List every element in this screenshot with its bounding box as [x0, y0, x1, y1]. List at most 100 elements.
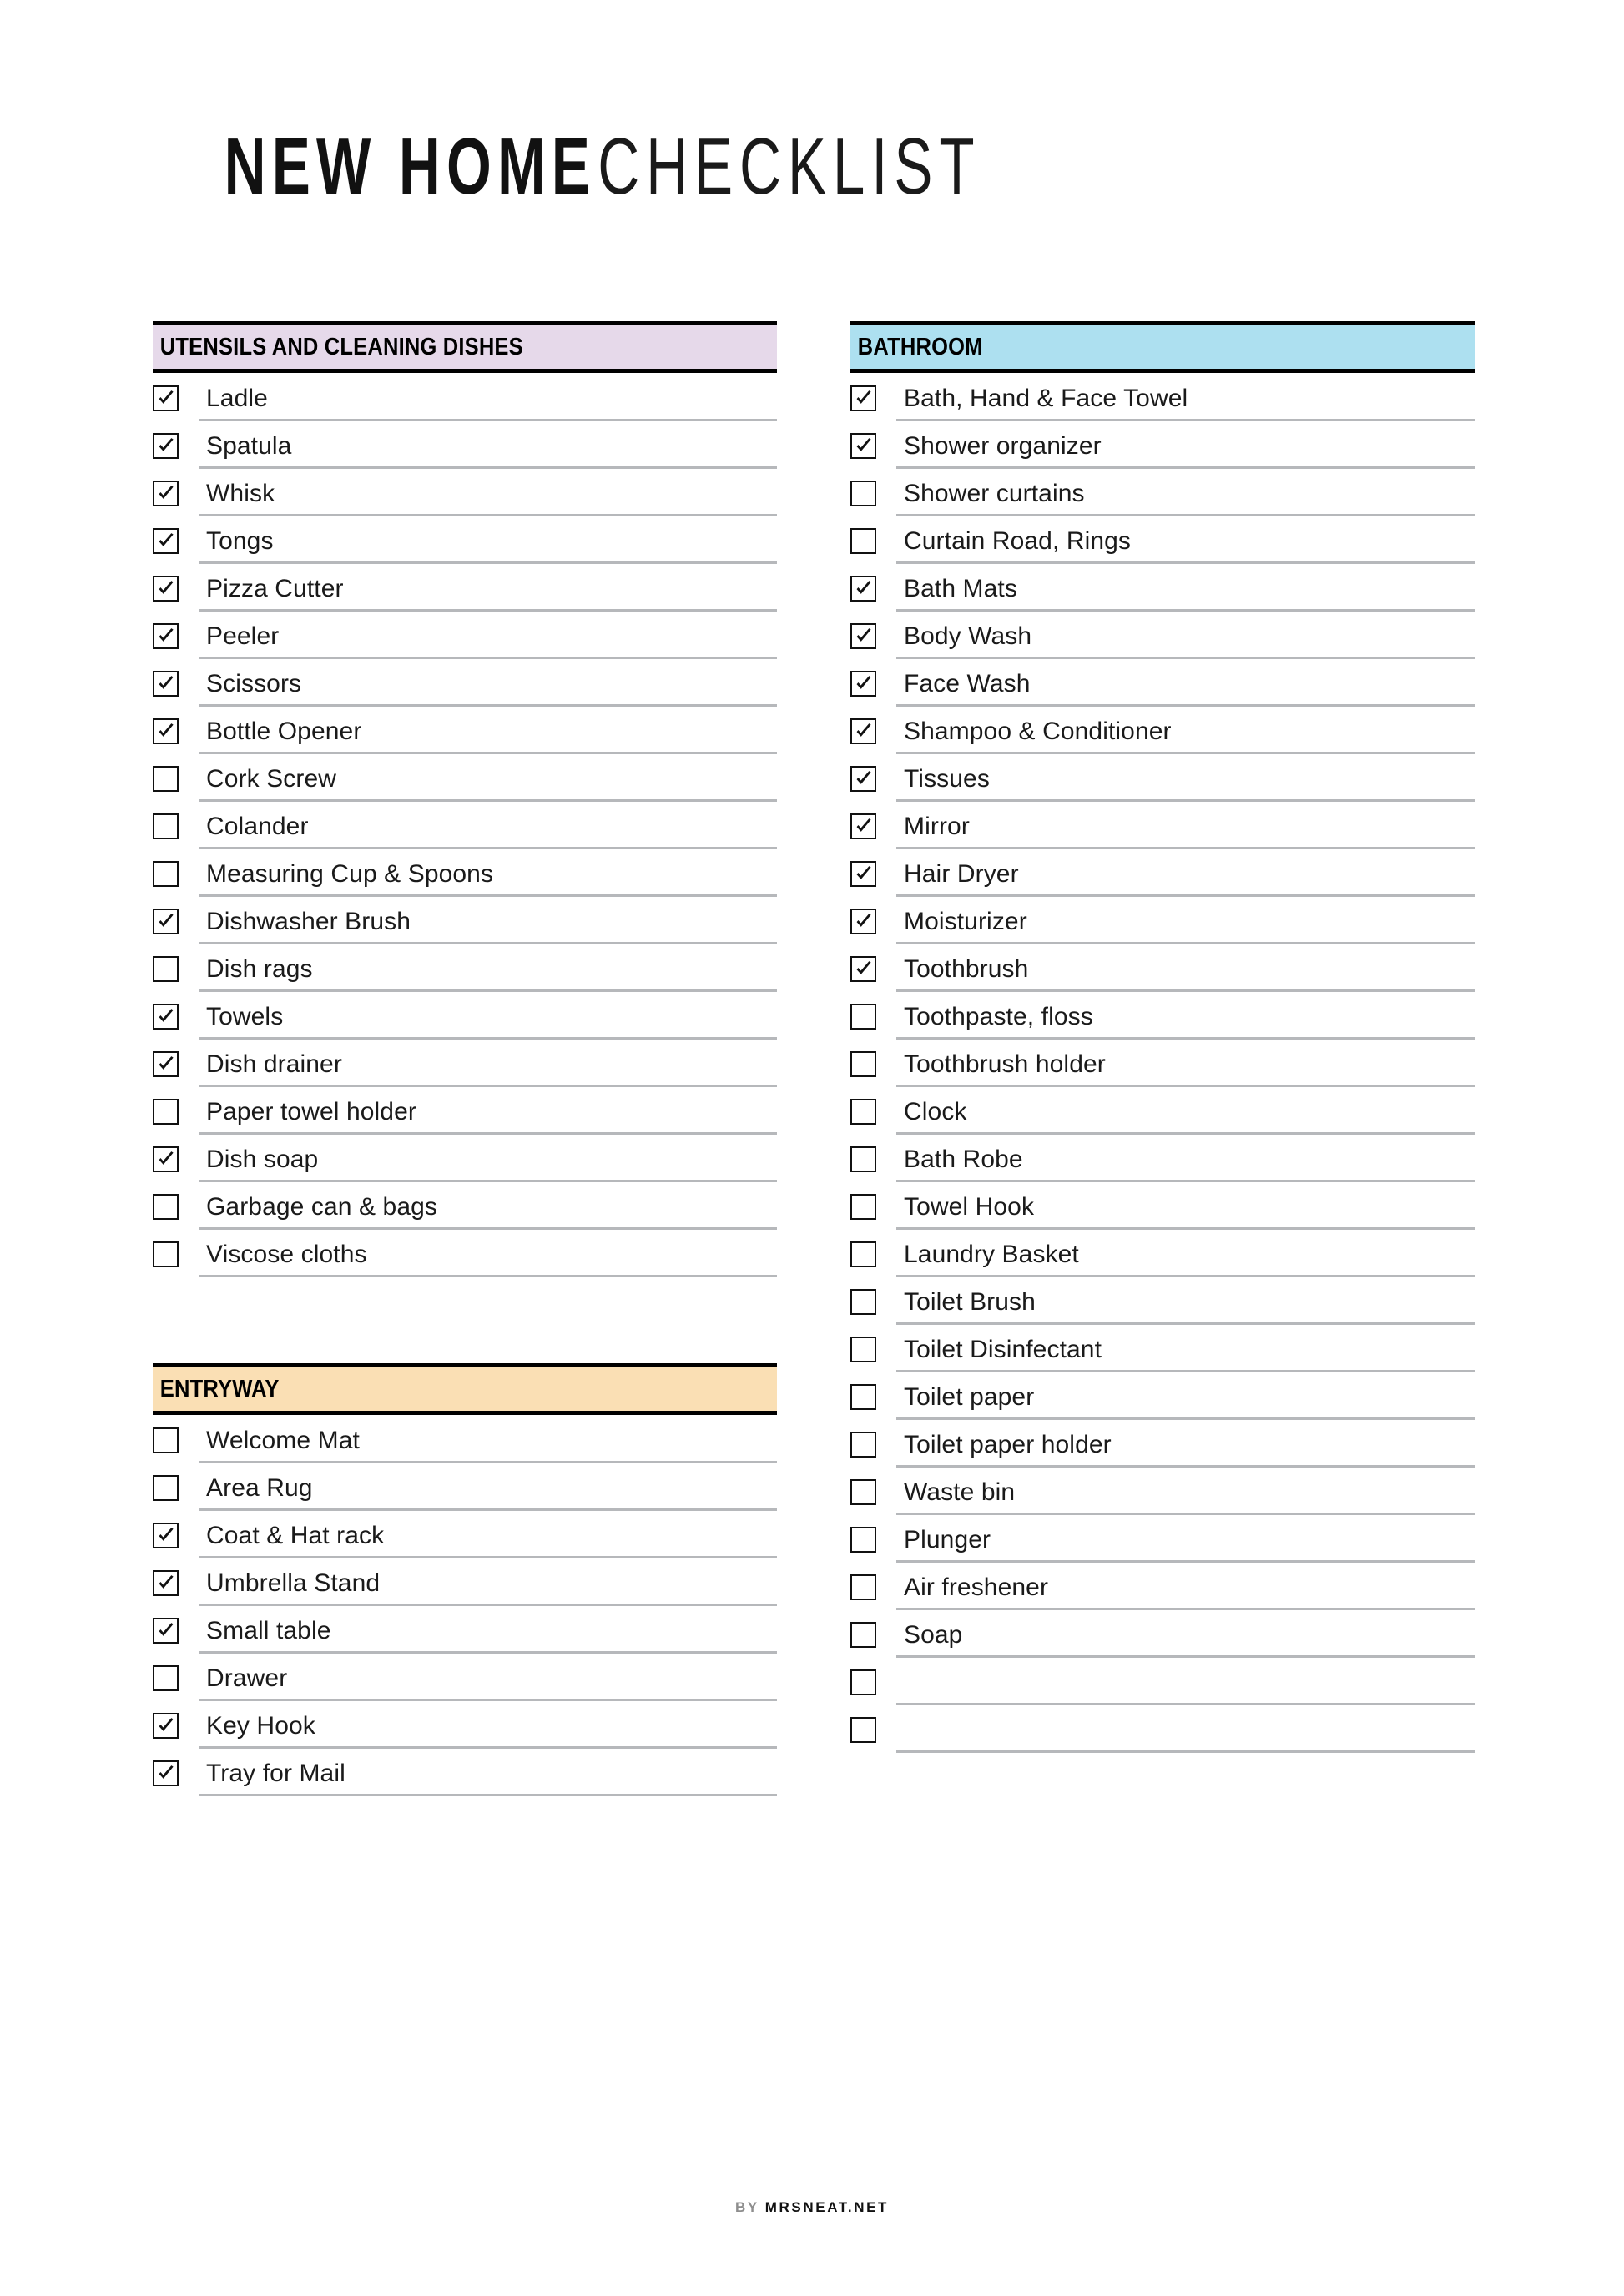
checkbox-checked-icon[interactable] [850, 576, 876, 602]
checklist-row[interactable]: Moisturizer [850, 903, 1475, 950]
checklist-row[interactable] [850, 1664, 1475, 1711]
checklist-row[interactable]: Hair Dryer [850, 855, 1475, 903]
checkbox-checked-icon[interactable] [153, 528, 179, 554]
checklist-row[interactable]: Curtain Road, Rings [850, 522, 1475, 570]
checkbox-empty-icon[interactable] [153, 1427, 179, 1453]
checklist-row[interactable]: Small table [153, 1612, 777, 1659]
checklist-row[interactable]: Welcome Mat [153, 1422, 777, 1469]
checkbox-checked-icon[interactable] [153, 1713, 179, 1739]
checkbox-checked-icon[interactable] [850, 385, 876, 411]
checklist-row[interactable]: Toilet paper holder [850, 1426, 1475, 1473]
checkbox-empty-icon[interactable] [153, 813, 179, 839]
checklist-row[interactable]: Spatula [153, 427, 777, 475]
checklist-row[interactable]: Measuring Cup & Spoons [153, 855, 777, 903]
checklist-row[interactable]: Paper towel holder [153, 1093, 777, 1140]
checkbox-checked-icon[interactable] [850, 861, 876, 887]
checkbox-empty-icon[interactable] [850, 1527, 876, 1553]
checklist-row[interactable]: Dish rags [153, 950, 777, 998]
checkbox-empty-icon[interactable] [850, 1337, 876, 1362]
checkbox-empty-icon[interactable] [850, 1289, 876, 1315]
checklist-row[interactable]: Garbage can & bags [153, 1188, 777, 1236]
checkbox-empty-icon[interactable] [850, 1241, 876, 1267]
checklist-row[interactable] [850, 1711, 1475, 1759]
checkbox-checked-icon[interactable] [153, 433, 179, 459]
checkbox-empty-icon[interactable] [153, 1241, 179, 1267]
checkbox-empty-icon[interactable] [850, 1432, 876, 1458]
checkbox-empty-icon[interactable] [850, 1622, 876, 1648]
checklist-row[interactable]: Bath Robe [850, 1140, 1475, 1188]
checkbox-empty-icon[interactable] [850, 1717, 876, 1743]
checklist-row[interactable]: Bath, Hand & Face Towel [850, 380, 1475, 427]
checkbox-checked-icon[interactable] [153, 1523, 179, 1548]
checklist-row[interactable]: Toilet Brush [850, 1283, 1475, 1331]
checklist-row[interactable]: Tissues [850, 760, 1475, 808]
checkbox-empty-icon[interactable] [850, 1669, 876, 1695]
checkbox-empty-icon[interactable] [850, 1479, 876, 1505]
checkbox-empty-icon[interactable] [850, 1194, 876, 1220]
checkbox-empty-icon[interactable] [153, 1475, 179, 1501]
checklist-row[interactable]: Dishwasher Brush [153, 903, 777, 950]
checkbox-empty-icon[interactable] [153, 1099, 179, 1125]
checklist-row[interactable]: Peeler [153, 617, 777, 665]
checklist-row[interactable]: Dish soap [153, 1140, 777, 1188]
checklist-row[interactable]: Colander [153, 808, 777, 855]
checkbox-checked-icon[interactable] [153, 623, 179, 649]
checkbox-empty-icon[interactable] [850, 528, 876, 554]
checklist-row[interactable]: Tongs [153, 522, 777, 570]
checkbox-checked-icon[interactable] [153, 1570, 179, 1596]
checklist-row[interactable]: Whisk [153, 475, 777, 522]
checkbox-checked-icon[interactable] [850, 909, 876, 934]
checklist-row[interactable]: Toilet Disinfectant [850, 1331, 1475, 1378]
checkbox-empty-icon[interactable] [153, 956, 179, 982]
checklist-row[interactable]: Ladle [153, 380, 777, 427]
checkbox-empty-icon[interactable] [850, 1099, 876, 1125]
checkbox-checked-icon[interactable] [850, 813, 876, 839]
checklist-row[interactable]: Bath Mats [850, 570, 1475, 617]
checklist-row[interactable]: Soap [850, 1616, 1475, 1664]
checkbox-checked-icon[interactable] [153, 671, 179, 697]
checklist-row[interactable]: Mirror [850, 808, 1475, 855]
checkbox-checked-icon[interactable] [850, 433, 876, 459]
checkbox-checked-icon[interactable] [153, 481, 179, 506]
checklist-row[interactable]: Area Rug [153, 1469, 777, 1517]
checklist-row[interactable]: Face Wash [850, 665, 1475, 712]
checkbox-checked-icon[interactable] [153, 1051, 179, 1077]
checklist-row[interactable]: Toilet paper [850, 1378, 1475, 1426]
checkbox-checked-icon[interactable] [153, 718, 179, 744]
checkbox-checked-icon[interactable] [153, 576, 179, 602]
checklist-row[interactable]: Key Hook [153, 1707, 777, 1755]
checklist-row[interactable]: Dish drainer [153, 1045, 777, 1093]
checklist-row[interactable]: Shower organizer [850, 427, 1475, 475]
checklist-row[interactable]: Drawer [153, 1659, 777, 1707]
checklist-row[interactable]: Towel Hook [850, 1188, 1475, 1236]
checkbox-empty-icon[interactable] [153, 861, 179, 887]
checklist-row[interactable]: Shower curtains [850, 475, 1475, 522]
checkbox-empty-icon[interactable] [153, 1194, 179, 1220]
checklist-row[interactable]: Coat & Hat rack [153, 1517, 777, 1564]
checkbox-checked-icon[interactable] [153, 1760, 179, 1786]
checklist-row[interactable]: Tray for Mail [153, 1755, 777, 1802]
checklist-row[interactable]: Toothbrush [850, 950, 1475, 998]
checklist-row[interactable]: Toothbrush holder [850, 1045, 1475, 1093]
checklist-row[interactable]: Umbrella Stand [153, 1564, 777, 1612]
checklist-row[interactable]: Laundry Basket [850, 1236, 1475, 1283]
checkbox-empty-icon[interactable] [850, 481, 876, 506]
checkbox-empty-icon[interactable] [153, 1665, 179, 1691]
checklist-row[interactable]: Body Wash [850, 617, 1475, 665]
checklist-row[interactable]: Air freshener [850, 1568, 1475, 1616]
checkbox-empty-icon[interactable] [850, 1146, 876, 1172]
checklist-row[interactable]: Waste bin [850, 1473, 1475, 1521]
checkbox-checked-icon[interactable] [153, 1146, 179, 1172]
checklist-row[interactable]: Pizza Cutter [153, 570, 777, 617]
checklist-row[interactable]: Toothpaste, floss [850, 998, 1475, 1045]
checklist-row[interactable]: Bottle Opener [153, 712, 777, 760]
checkbox-checked-icon[interactable] [850, 671, 876, 697]
checkbox-empty-icon[interactable] [850, 1051, 876, 1077]
checkbox-empty-icon[interactable] [153, 766, 179, 792]
checklist-row[interactable]: Viscose cloths [153, 1236, 777, 1283]
checkbox-checked-icon[interactable] [850, 623, 876, 649]
checklist-row[interactable]: Cork Screw [153, 760, 777, 808]
checklist-row[interactable]: Shampoo & Conditioner [850, 712, 1475, 760]
checkbox-checked-icon[interactable] [153, 385, 179, 411]
checkbox-checked-icon[interactable] [153, 909, 179, 934]
